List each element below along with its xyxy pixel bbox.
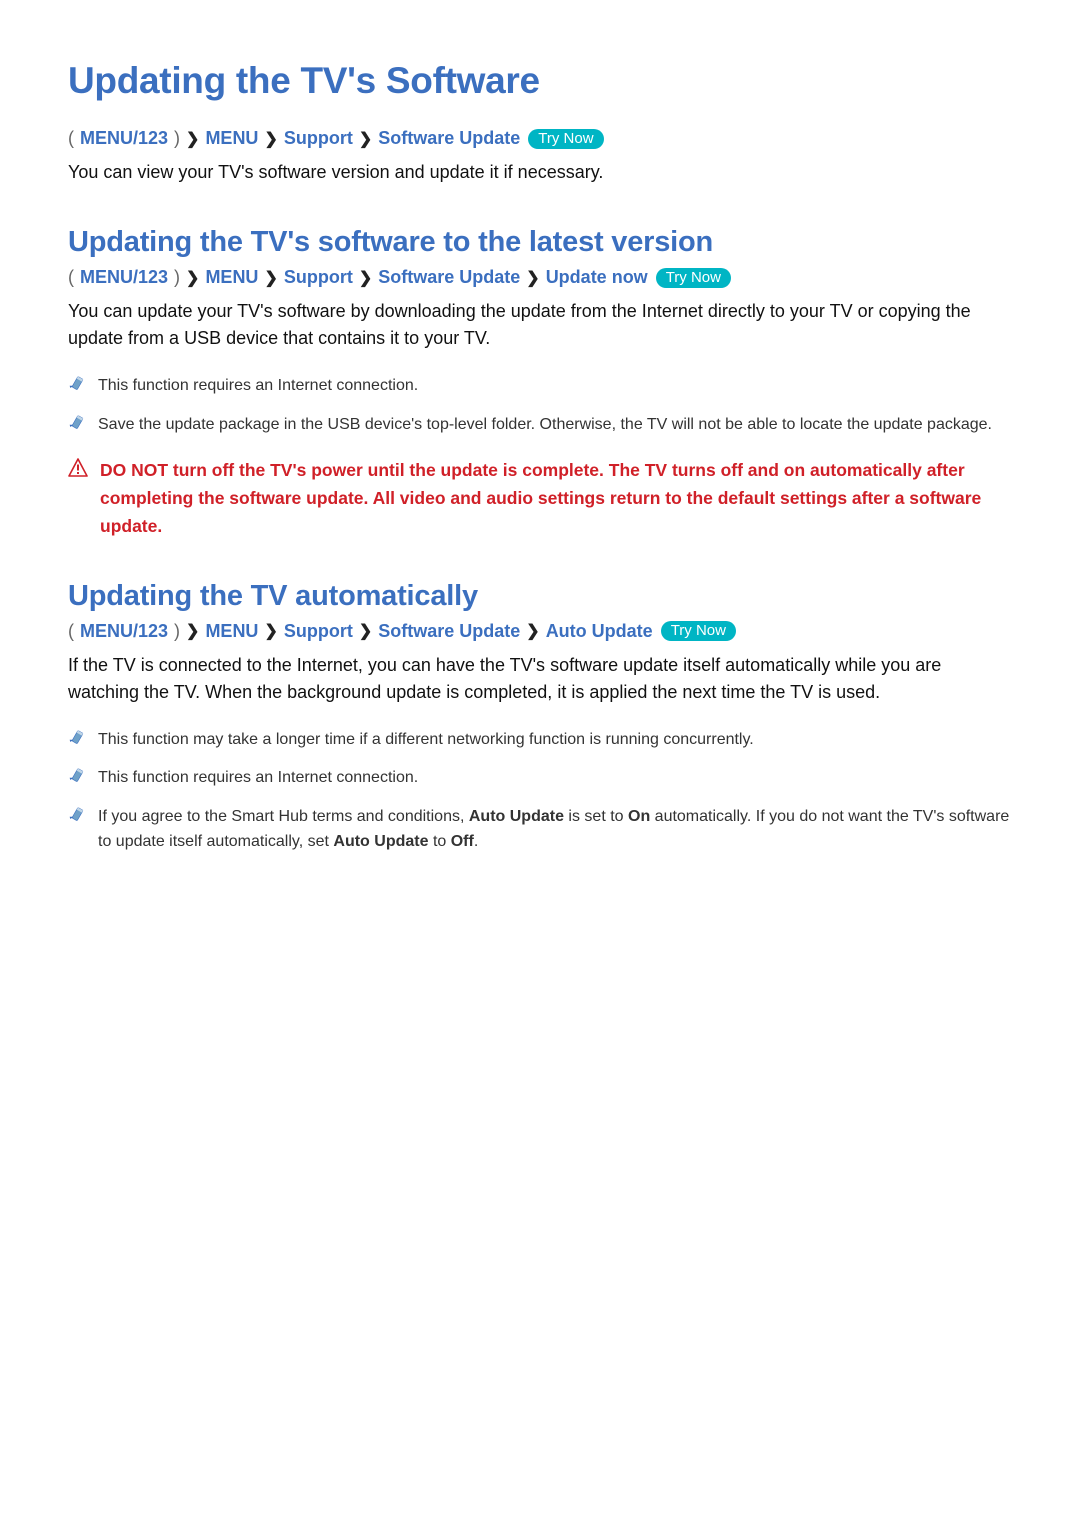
crumb-software-update: Software Update — [378, 128, 520, 149]
pencil-icon — [68, 806, 86, 824]
paren-open: ( — [68, 267, 74, 288]
warning-block: DO NOT turn off the TV's power until the… — [68, 456, 1012, 540]
pencil-icon — [68, 375, 86, 393]
intro-text: You can view your TV's software version … — [68, 159, 1012, 186]
chevron-icon: ❯ — [264, 268, 277, 288]
note-item: This function requires an Internet conne… — [68, 766, 1012, 791]
warning-icon — [68, 458, 88, 478]
txt: If you agree to the Smart Hub terms and … — [98, 808, 469, 825]
paren-open: ( — [68, 621, 74, 642]
breadcrumb-auto-update: ( MENU/123) ❯ MENU ❯ Support ❯ Software U… — [68, 621, 1012, 642]
note-text-autoupdate: If you agree to the Smart Hub terms and … — [98, 805, 1012, 855]
txt: . — [474, 833, 478, 850]
breadcrumb-main: ( MENU/123) ❯ MENU ❯ Support ❯ Software U… — [68, 128, 1012, 149]
paren-close: ) — [174, 621, 180, 642]
section1-notes: This function requires an Internet conne… — [68, 374, 1012, 438]
bold-auto-update: Auto Update — [333, 833, 428, 850]
section-title-latest: Updating the TV's software to the latest… — [68, 226, 1012, 259]
crumb-support: Support — [284, 621, 353, 642]
crumb-menu123: MENU/123 — [80, 267, 168, 288]
try-now-badge[interactable]: Try Now — [661, 621, 736, 641]
chevron-icon: ❯ — [264, 621, 277, 641]
warning-text: DO NOT turn off the TV's power until the… — [100, 456, 1012, 540]
paren-close: ) — [174, 267, 180, 288]
chevron-icon: ❯ — [264, 129, 277, 149]
section-title-auto: Updating the TV automatically — [68, 580, 1012, 613]
chevron-icon: ❯ — [526, 621, 539, 641]
crumb-menu: MENU — [205, 128, 258, 149]
note-text: Save the update package in the USB devic… — [98, 413, 1012, 438]
pencil-icon — [68, 414, 86, 432]
crumb-menu123: MENU/123 — [80, 128, 168, 149]
note-text: This function may take a longer time if … — [98, 728, 1012, 753]
crumb-menu: MENU — [205, 621, 258, 642]
pencil-icon — [68, 767, 86, 785]
note-item: This function may take a longer time if … — [68, 728, 1012, 753]
breadcrumb-update-now: ( MENU/123) ❯ MENU ❯ Support ❯ Software U… — [68, 267, 1012, 288]
bold-on: On — [628, 808, 650, 825]
chevron-icon: ❯ — [359, 268, 372, 288]
chevron-icon: ❯ — [186, 621, 199, 641]
section2-body: If the TV is connected to the Internet, … — [68, 652, 1012, 706]
note-item: Save the update package in the USB devic… — [68, 413, 1012, 438]
note-text: This function requires an Internet conne… — [98, 374, 1012, 399]
note-item: If you agree to the Smart Hub terms and … — [68, 805, 1012, 855]
bold-auto-update: Auto Update — [469, 808, 564, 825]
crumb-support: Support — [284, 128, 353, 149]
crumb-support: Support — [284, 267, 353, 288]
bold-off: Off — [451, 833, 474, 850]
chevron-icon: ❯ — [186, 268, 199, 288]
page-title: Updating the TV's Software — [68, 60, 1012, 102]
try-now-badge[interactable]: Try Now — [528, 129, 603, 149]
crumb-menu: MENU — [205, 267, 258, 288]
txt: to — [429, 833, 451, 850]
chevron-icon: ❯ — [186, 129, 199, 149]
crumb-update-now: Update now — [546, 267, 648, 288]
try-now-badge[interactable]: Try Now — [656, 268, 731, 288]
crumb-menu123: MENU/123 — [80, 621, 168, 642]
chevron-icon: ❯ — [526, 268, 539, 288]
paren-close: ) — [174, 128, 180, 149]
txt: is set to — [564, 808, 628, 825]
crumb-auto-update: Auto Update — [546, 621, 653, 642]
crumb-software-update: Software Update — [378, 267, 520, 288]
chevron-icon: ❯ — [359, 621, 372, 641]
paren-open: ( — [68, 128, 74, 149]
section2-notes: This function may take a longer time if … — [68, 728, 1012, 855]
crumb-software-update: Software Update — [378, 621, 520, 642]
section1-body: You can update your TV's software by dow… — [68, 298, 1012, 352]
note-item: This function requires an Internet conne… — [68, 374, 1012, 399]
chevron-icon: ❯ — [359, 129, 372, 149]
pencil-icon — [68, 729, 86, 747]
note-text: This function requires an Internet conne… — [98, 766, 1012, 791]
